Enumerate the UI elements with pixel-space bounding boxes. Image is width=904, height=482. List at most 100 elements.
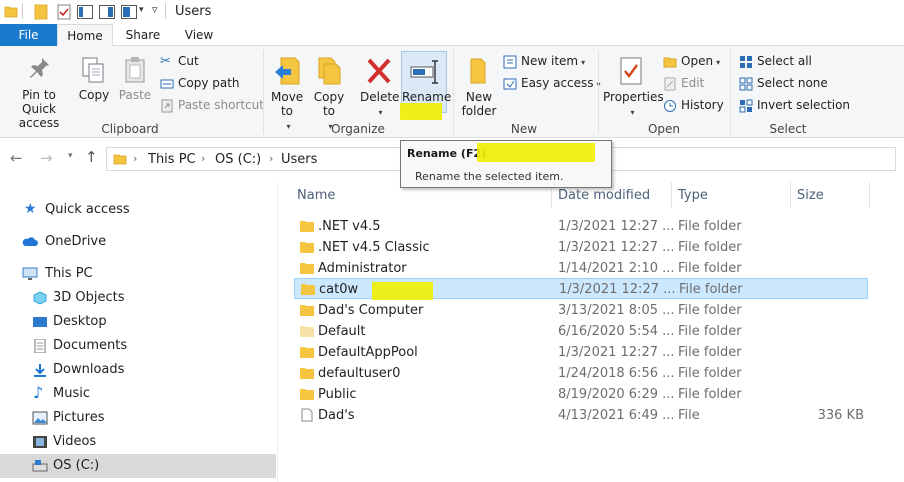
- tab-home[interactable]: Home: [57, 24, 113, 47]
- folder-icon: [300, 263, 314, 274]
- cut-button[interactable]: ✂ Cut: [160, 52, 199, 70]
- breadcrumb-users[interactable]: Users: [281, 152, 317, 167]
- chevron-down-icon: ▾: [630, 108, 635, 117]
- copy-path-label: Copy path: [178, 76, 240, 90]
- tooltip-description: Rename the selected item.: [415, 170, 564, 183]
- chevron-right-icon[interactable]: ›: [201, 152, 205, 165]
- new-folder-button[interactable]: New folder: [458, 56, 500, 118]
- folder-icon: [4, 6, 18, 18]
- pictures-icon: [32, 411, 48, 425]
- folder-icon: [300, 326, 314, 337]
- nav-item-videos[interactable]: Videos: [0, 430, 276, 454]
- file-row[interactable]: .NET v4.5 1/3/2021 12:27 ... File folder: [294, 216, 868, 237]
- column-header-type[interactable]: Type: [678, 188, 708, 203]
- tab-view[interactable]: View: [174, 24, 224, 46]
- layout-quick-icon[interactable]: [121, 5, 137, 19]
- folder-icon: [300, 347, 314, 358]
- edit-button[interactable]: Edit: [663, 74, 704, 92]
- select-none-button[interactable]: Select none: [739, 74, 828, 92]
- delete-button[interactable]: Delete ▾: [360, 56, 399, 120]
- column-header-date[interactable]: Date modified: [558, 188, 650, 203]
- cube-icon: [33, 291, 47, 305]
- properties-button[interactable]: Properties ▾: [603, 56, 664, 120]
- file-row[interactable]: Administrator 1/14/2021 2:10 ... File fo…: [294, 258, 868, 279]
- file-row[interactable]: Dad's 4/13/2021 6:49 ... File 336 KB: [294, 405, 868, 426]
- nav-item-documents[interactable]: Documents: [0, 334, 276, 358]
- folder-icon: [300, 305, 314, 316]
- properties-quick-icon[interactable]: [34, 4, 48, 20]
- nav-item-onedrive[interactable]: OneDrive: [0, 230, 276, 254]
- chevron-down-icon: ▾: [378, 108, 383, 117]
- desktop-icon: [33, 317, 47, 327]
- open-button[interactable]: Open ▾: [663, 52, 720, 70]
- nav-item-pictures[interactable]: Pictures: [0, 406, 276, 430]
- copy-button[interactable]: Copy: [76, 56, 112, 102]
- file-row[interactable]: Public 8/19/2020 6:29 ... File folder: [294, 384, 868, 405]
- easy-access-button[interactable]: Easy access▾: [503, 74, 601, 92]
- chevron-right-icon[interactable]: ›: [133, 152, 137, 165]
- chevron-down-icon[interactable]: ▾: [139, 5, 144, 15]
- chevron-down-icon: ▾: [581, 58, 586, 67]
- tab-file[interactable]: File: [0, 24, 57, 46]
- new-folder-icon: [470, 58, 486, 84]
- nav-item-this-pc[interactable]: This PC: [0, 262, 276, 286]
- properties-label: Properties: [603, 90, 664, 104]
- details-quick-icon[interactable]: [99, 5, 115, 19]
- pin-icon: [30, 58, 49, 78]
- file-row[interactable]: .NET v4.5 Classic 1/3/2021 12:27 ... Fil…: [294, 237, 868, 258]
- paste-shortcut-label: Paste shortcut: [178, 98, 264, 112]
- divider: [453, 50, 454, 134]
- breadcrumb-os-c[interactable]: OS (C:): [215, 152, 261, 167]
- tab-share[interactable]: Share: [118, 24, 168, 46]
- nav-item-quick-access[interactable]: ★ Quick access: [0, 198, 276, 222]
- back-arrow-icon[interactable]: ←: [10, 149, 23, 167]
- chevron-right-icon[interactable]: ›: [269, 152, 273, 165]
- history-button[interactable]: History: [663, 96, 724, 114]
- divider: [730, 50, 731, 134]
- recent-locations-icon[interactable]: ▾: [68, 151, 73, 161]
- invert-selection-label: Invert selection: [757, 98, 851, 112]
- file-row[interactable]: defaultuser0 1/24/2018 6:56 ... File fol…: [294, 363, 868, 384]
- edit-label: Edit: [681, 76, 705, 90]
- checkmark-quick-icon[interactable]: [57, 4, 71, 20]
- nav-item-os-c[interactable]: OS (C:): [0, 454, 276, 478]
- pin-to-quick-access-button[interactable]: Pin to Quick access: [6, 56, 72, 130]
- column-header-size[interactable]: Size: [797, 188, 824, 203]
- computer-icon: [22, 267, 38, 280]
- folder-icon: [300, 368, 314, 379]
- nav-item-music[interactable]: ♪ Music: [0, 382, 276, 406]
- copy-path-button[interactable]: Copy path: [160, 74, 240, 92]
- nav-item-downloads[interactable]: Downloads: [0, 358, 276, 382]
- select-group-label: Select: [769, 122, 807, 136]
- invert-selection-button[interactable]: Invert selection: [739, 96, 850, 114]
- select-all-button[interactable]: Select all: [739, 52, 812, 70]
- select-all-label: Select all: [757, 54, 812, 68]
- file-row-selected[interactable]: cat0w 1/3/2021 12:27 ... File folder: [294, 278, 868, 300]
- paste-shortcut-button[interactable]: Paste shortcut: [160, 96, 264, 114]
- customize-qa-icon[interactable]: ▿: [152, 3, 158, 16]
- select-none-label: Select none: [757, 76, 828, 90]
- organize-group-label: Organize: [331, 122, 385, 136]
- file-row[interactable]: DefaultAppPool 1/3/2021 12:27 ... File f…: [294, 342, 868, 363]
- music-icon: ♪: [33, 383, 44, 402]
- file-row[interactable]: Default 6/16/2020 5:54 ... File folder: [294, 321, 868, 342]
- history-icon: [664, 99, 676, 112]
- paste-button[interactable]: Paste: [116, 56, 154, 102]
- star-icon: ★: [24, 201, 37, 217]
- breadcrumb-this-pc[interactable]: This PC: [148, 152, 196, 167]
- divider[interactable]: [671, 182, 672, 208]
- nav-item-3d-objects[interactable]: 3D Objects: [0, 286, 276, 310]
- divider[interactable]: [790, 182, 791, 208]
- new-item-button[interactable]: New item ▾: [503, 52, 585, 70]
- file-row[interactable]: Dad's Computer 3/13/2021 8:05 ... File f…: [294, 300, 868, 321]
- nav-item-desktop[interactable]: Desktop: [0, 310, 276, 334]
- divider[interactable]: [869, 182, 870, 208]
- up-arrow-icon[interactable]: ↑: [85, 148, 98, 166]
- chevron-down-icon: ▾: [286, 122, 291, 131]
- move-to-button[interactable]: Move to ▾: [270, 56, 304, 134]
- chevron-down-icon: ▾: [716, 58, 721, 67]
- scissors-icon: ✂: [160, 53, 171, 69]
- forward-arrow-icon[interactable]: →: [40, 149, 53, 167]
- column-header-name[interactable]: Name: [297, 188, 335, 203]
- panes-quick-icon[interactable]: [77, 5, 93, 19]
